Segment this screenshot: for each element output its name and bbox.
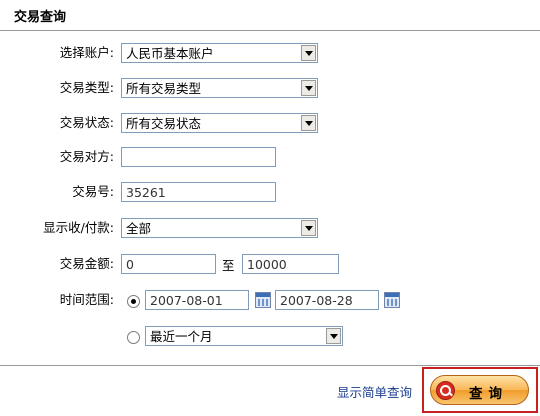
preset-range-select-value: 最近一个月: [150, 329, 213, 344]
preset-range-radio[interactable]: [127, 331, 140, 344]
account-select[interactable]: 人民币基本账户: [121, 43, 318, 63]
chevron-down-icon[interactable]: [301, 115, 316, 131]
date-range-radio[interactable]: [127, 295, 140, 308]
trade-type-label: 交易类型:: [59, 80, 114, 95]
chevron-down-icon[interactable]: [301, 220, 316, 236]
preset-range-select[interactable]: 最近一个月: [145, 326, 343, 346]
time-range-label: 时间范围:: [59, 292, 114, 307]
trade-status-select[interactable]: 所有交易状态: [121, 113, 318, 133]
counterparty-label: 交易对方:: [59, 149, 114, 164]
account-label: 选择账户:: [59, 45, 114, 60]
direction-select-value: 全部: [126, 221, 152, 236]
trade-type-select-value: 所有交易类型: [126, 81, 202, 96]
amount-max-input[interactable]: [242, 254, 339, 274]
trade-status-label: 交易状态:: [59, 115, 114, 130]
amount-to-text: 至: [222, 258, 235, 273]
trade-type-select[interactable]: 所有交易类型: [121, 78, 318, 98]
counterparty-input[interactable]: [121, 147, 276, 167]
page-title: 交易查询: [14, 10, 67, 25]
direction-select[interactable]: 全部: [121, 218, 318, 238]
simple-query-link[interactable]: 显示简单查询: [337, 382, 412, 401]
divider: [0, 30, 540, 31]
chevron-down-icon[interactable]: [326, 328, 341, 344]
calendar-icon[interactable]: [255, 292, 271, 308]
account-select-value: 人民币基本账户: [126, 46, 214, 61]
amount-label: 交易金额:: [59, 256, 114, 271]
query-button[interactable]: 查询: [430, 375, 529, 405]
search-icon: [436, 381, 455, 400]
chevron-down-icon[interactable]: [301, 80, 316, 96]
calendar-icon[interactable]: [384, 292, 400, 308]
divider: [0, 365, 540, 366]
trade-status-select-value: 所有交易状态: [126, 116, 202, 131]
direction-label: 显示收/付款:: [43, 220, 114, 235]
section-header: 交易查询: [0, 0, 540, 30]
trade-no-label: 交易号:: [72, 184, 114, 199]
end-date-input[interactable]: [275, 290, 379, 310]
trade-no-input[interactable]: [121, 182, 276, 202]
query-button-label: 查询: [469, 386, 508, 402]
chevron-down-icon[interactable]: [301, 45, 316, 61]
start-date-input[interactable]: [145, 290, 249, 310]
amount-min-input[interactable]: [121, 254, 216, 274]
